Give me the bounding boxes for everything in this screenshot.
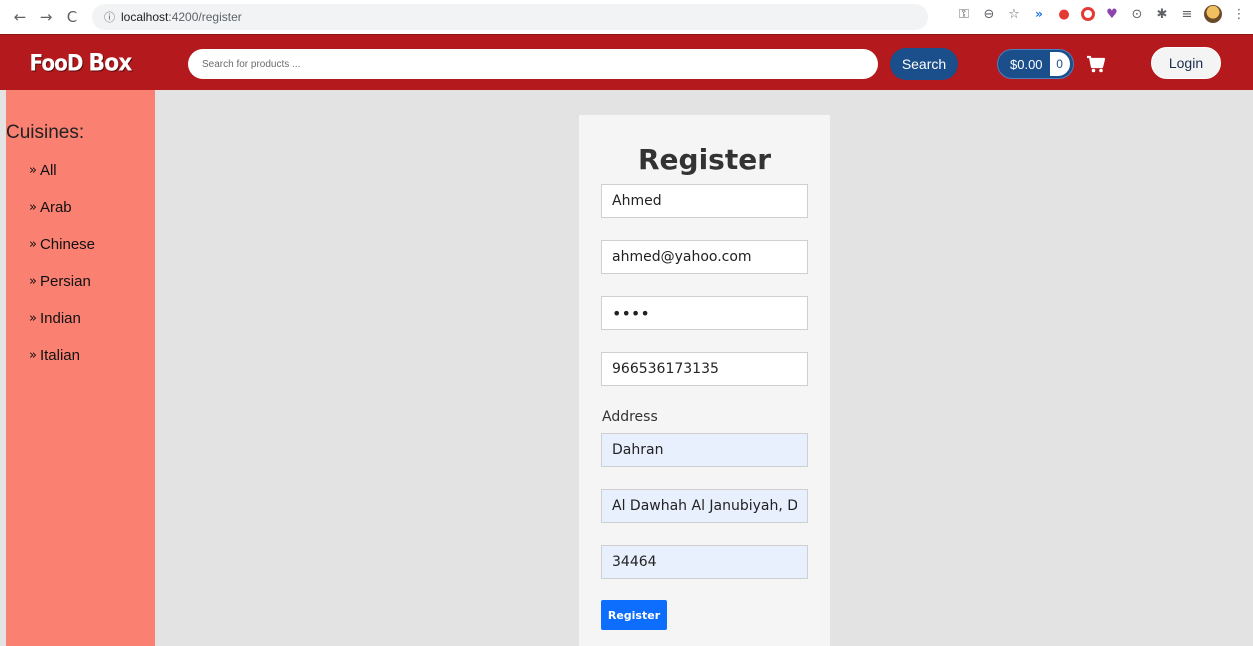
raquo-icon: » xyxy=(29,348,37,363)
address-label: Address xyxy=(602,409,658,425)
cuisine-list: » All » Arab » Chinese » Persian » Indian » It… xyxy=(6,152,155,374)
wave-extension-icon[interactable]: » xyxy=(1031,6,1047,22)
register-form: Register Address Register xyxy=(579,115,830,646)
url-path: :4200/register xyxy=(168,10,242,24)
sidebar-item-label: Italian xyxy=(39,347,80,364)
sidebar-item-italian[interactable]: » Italian xyxy=(6,337,155,374)
zoom-icon[interactable]: ⊖ xyxy=(981,6,997,22)
back-arrow-icon[interactable]: ← xyxy=(8,5,32,29)
circle-extension-icon[interactable]: ⊙ xyxy=(1129,6,1145,22)
logo-word-box: Box xyxy=(88,49,132,77)
sidebar-item-label: Persian xyxy=(39,273,91,290)
puzzle-icon[interactable]: ✱ xyxy=(1154,6,1170,22)
zip-field[interactable] xyxy=(601,545,808,579)
sidebar-item-label: Arab xyxy=(39,199,72,216)
email-field[interactable] xyxy=(601,240,808,274)
cuisine-sidebar: Cuisines: » All » Arab » Chinese » Persian »… xyxy=(6,90,155,646)
sidebar-item-all[interactable]: » All xyxy=(6,152,155,189)
address-bar[interactable]: ⓘ localhost:4200/register xyxy=(92,4,928,30)
star-icon[interactable]: ☆ xyxy=(1006,6,1022,22)
raquo-icon: » xyxy=(29,163,37,178)
sidebar-item-label: All xyxy=(39,162,57,179)
phone-field[interactable] xyxy=(601,352,808,386)
sidebar-item-persian[interactable]: » Persian xyxy=(6,263,155,300)
name-field[interactable] xyxy=(601,184,808,218)
register-button[interactable]: Register xyxy=(601,600,667,630)
sidebar-title: Cuisines: xyxy=(6,122,85,143)
site-info-icon[interactable]: ⓘ xyxy=(104,9,115,25)
browser-nav-group: ← → C xyxy=(8,5,84,29)
heart-extension-icon[interactable]: ♥ xyxy=(1104,6,1120,22)
raquo-icon: » xyxy=(29,274,37,289)
register-title: Register xyxy=(637,143,772,176)
login-button[interactable]: Login xyxy=(1151,47,1221,79)
search-button[interactable]: Search xyxy=(890,48,958,80)
key-icon[interactable]: ⚿ xyxy=(956,6,972,22)
sidebar-item-label: Chinese xyxy=(39,236,96,253)
logo[interactable]: FooD Box xyxy=(6,35,155,91)
menu-dots-icon[interactable]: ⋮ xyxy=(1231,6,1247,22)
browser-extensions: ⚿ ⊖ ☆ » ● ♥ ⊙ ✱ ≡ ⋮ xyxy=(956,5,1247,23)
logo-word-food: FooD xyxy=(29,49,84,76)
browser-toolbar: ← → C ⓘ localhost:4200/register ⚿ ⊖ ☆ » … xyxy=(0,0,1253,34)
street-field[interactable] xyxy=(601,489,808,523)
sidebar-item-arab[interactable]: » Arab xyxy=(6,189,155,226)
city-field[interactable] xyxy=(601,433,808,467)
password-field[interactable] xyxy=(601,296,808,330)
forward-arrow-icon[interactable]: → xyxy=(34,5,58,29)
shield-extension-icon[interactable]: ● xyxy=(1056,6,1072,22)
search-input[interactable] xyxy=(188,49,878,79)
cart-summary[interactable]: $0.00 0 xyxy=(997,49,1074,79)
opera-extension-icon[interactable] xyxy=(1081,7,1095,21)
cart-count-badge: 0 xyxy=(1049,52,1070,76)
profile-avatar[interactable] xyxy=(1204,5,1222,23)
raquo-icon: » xyxy=(29,200,37,215)
sidebar-item-indian[interactable]: » Indian xyxy=(6,300,155,337)
raquo-icon: » xyxy=(29,311,37,326)
raquo-icon: » xyxy=(29,237,37,252)
sidebar-item-label: Indian xyxy=(39,310,81,327)
reading-list-icon[interactable]: ≡ xyxy=(1179,6,1195,22)
reload-icon[interactable]: C xyxy=(60,5,84,29)
cart[interactable]: $0.00 0 xyxy=(997,48,1106,80)
sidebar-item-chinese[interactable]: » Chinese xyxy=(6,226,155,263)
app-header: FooD Box Search $0.00 0 Login xyxy=(0,34,1253,91)
logo-text: FooD Box xyxy=(29,49,133,77)
cart-total: $0.00 xyxy=(1010,56,1043,72)
url-host: localhost xyxy=(121,10,169,24)
shopping-cart-icon[interactable] xyxy=(1086,55,1106,73)
